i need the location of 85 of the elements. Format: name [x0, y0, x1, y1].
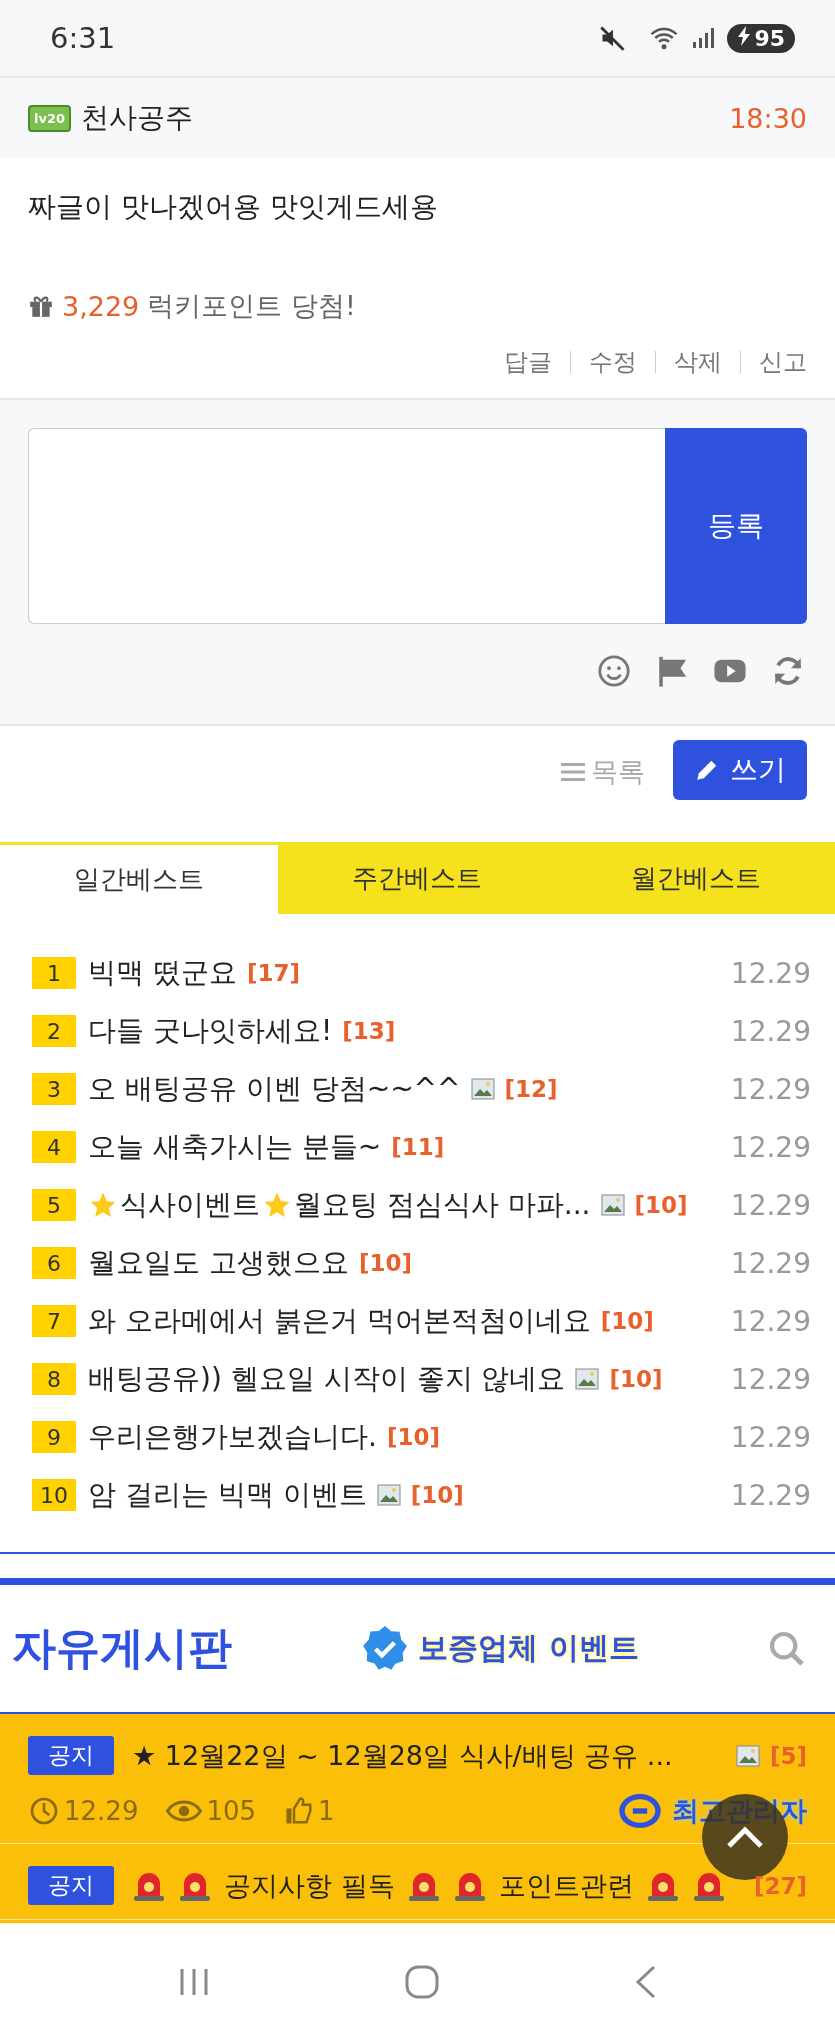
chevron-up-icon — [725, 1824, 765, 1850]
post-title-link[interactable]: 빅맥 떴군요 — [88, 954, 237, 992]
image-icon — [575, 1368, 600, 1390]
notice-title-link[interactable]: 공지사항 필독 포인트관련 — [132, 1867, 726, 1904]
post-title-link[interactable]: 와 오라메에서 붉은거 먹어본적첨이네요 — [88, 1302, 591, 1340]
board-title: 자유게시판 — [12, 1621, 232, 1675]
comment-count: [27] — [753, 1872, 807, 1899]
comment-count: [5] — [769, 1742, 807, 1769]
post-date: 12.29 — [729, 1362, 811, 1396]
signal-icon — [691, 26, 716, 50]
comment-count: [10] — [358, 1250, 412, 1276]
submit-button[interactable]: 등록 — [665, 428, 807, 624]
image-icon — [470, 1078, 495, 1100]
post-date: 12.29 — [729, 1014, 811, 1048]
rank-badge: 10 — [32, 1479, 76, 1511]
comment-count: [12] — [504, 1076, 558, 1102]
clock-icon — [28, 1795, 60, 1827]
post-title-link[interactable]: 암 걸리는 빅맥 이벤트 — [88, 1476, 367, 1514]
write-button[interactable]: 쓰기 — [673, 740, 807, 800]
banner-text: 보증업체 이벤트 — [418, 1629, 639, 1667]
post-title-link[interactable]: 우리은행가보겠습니다. — [88, 1418, 377, 1456]
level-badge: lv20 — [28, 104, 72, 132]
rank-badge: 5 — [32, 1189, 76, 1221]
bolt-icon — [737, 25, 752, 46]
comment-action-link[interactable]: 수정 — [571, 346, 655, 378]
post-date: 12.29 — [729, 1304, 811, 1338]
rank-badge: 4 — [32, 1131, 76, 1163]
points-value: 3,229 — [62, 290, 140, 322]
best-tab[interactable]: 일간베스트 — [0, 845, 279, 914]
image-icon — [735, 1744, 760, 1767]
post-title-link[interactable]: 다들 굿나잇하세요! — [88, 1012, 333, 1050]
post-date: 12.29 — [729, 1188, 811, 1222]
notice-date: 12.29 — [64, 1796, 139, 1826]
rank-badge: 9 — [32, 1421, 76, 1453]
comment-count: [17] — [246, 960, 300, 986]
post-date: 12.29 — [729, 1246, 811, 1280]
post-date: 12.29 — [729, 1130, 811, 1164]
points-label: 럭키포인트 당첨! — [147, 289, 356, 323]
author-name: 천사공주 — [81, 100, 194, 136]
rank-badge: 7 — [32, 1305, 76, 1337]
home-icon[interactable] — [404, 1964, 441, 2000]
comment-action-link[interactable]: 삭제 — [656, 346, 740, 378]
comment-count: [10] — [386, 1424, 440, 1450]
post-date: 12.29 — [729, 1072, 811, 1106]
post-title-link[interactable]: 오늘 새축가시는 분들~ — [88, 1128, 382, 1166]
menu-icon — [561, 761, 585, 783]
admin-logo-icon — [618, 1793, 662, 1829]
battery-level: 95 — [727, 23, 795, 53]
rank-badge: 3 — [32, 1073, 76, 1105]
list-label: 목록 — [591, 755, 645, 789]
post-title-link[interactable]: 월요일도 고생했으요 — [88, 1244, 349, 1282]
comment-count: [10] — [609, 1366, 663, 1392]
notice-tag: 공지 — [28, 1866, 114, 1905]
rank-badge: 8 — [32, 1363, 76, 1395]
comment-count: [13] — [342, 1018, 396, 1044]
rank-badge: 2 — [32, 1015, 76, 1047]
post-title-link[interactable]: 배팅공유)) 헬요일 시작이 좋지 않네요 — [88, 1360, 566, 1398]
post-title-link[interactable]: 식사이벤트 월요팅 점심식사 마파... — [88, 1186, 591, 1224]
image-icon — [600, 1194, 625, 1216]
comment-action-link[interactable]: 답글 — [486, 346, 570, 378]
post-date: 12.29 — [729, 1478, 811, 1512]
thumbs-up-icon — [284, 1796, 315, 1826]
image-icon — [376, 1484, 401, 1506]
comment-count: [10] — [410, 1482, 464, 1508]
comment-time: 18:30 — [729, 102, 807, 134]
comment-text: 짜글이 맛나겠어용 맛잇게드세용 — [28, 189, 439, 225]
smiley-icon[interactable] — [597, 654, 631, 688]
comment-count: [10] — [600, 1308, 654, 1334]
comment-input-field[interactable] — [28, 428, 665, 624]
view-count: 105 — [206, 1796, 257, 1826]
gift-icon — [28, 293, 54, 319]
event-banner-link[interactable]: 보증업체 이벤트 — [360, 1623, 639, 1674]
post-date: 12.29 — [729, 956, 811, 990]
rank-badge: 6 — [32, 1247, 76, 1279]
status-time: 6:31 — [50, 21, 116, 55]
comment-action-link[interactable]: 신고 — [741, 346, 807, 378]
notice-tag: 공지 — [28, 1736, 114, 1775]
like-count: 1 — [318, 1796, 335, 1826]
comment-count: [11] — [391, 1134, 445, 1160]
comment-count: [10] — [634, 1192, 688, 1218]
post-date: 12.29 — [729, 1420, 811, 1454]
wifi-icon — [649, 25, 680, 51]
post-title-link[interactable]: 오 배팅공유 이벤 당첨~~^^ — [88, 1070, 461, 1108]
rank-badge: 1 — [32, 957, 76, 989]
notice-title-link[interactable]: ★ 12월22일 ~ 12월28일 식사/배팅 공유 ... — [132, 1737, 673, 1774]
